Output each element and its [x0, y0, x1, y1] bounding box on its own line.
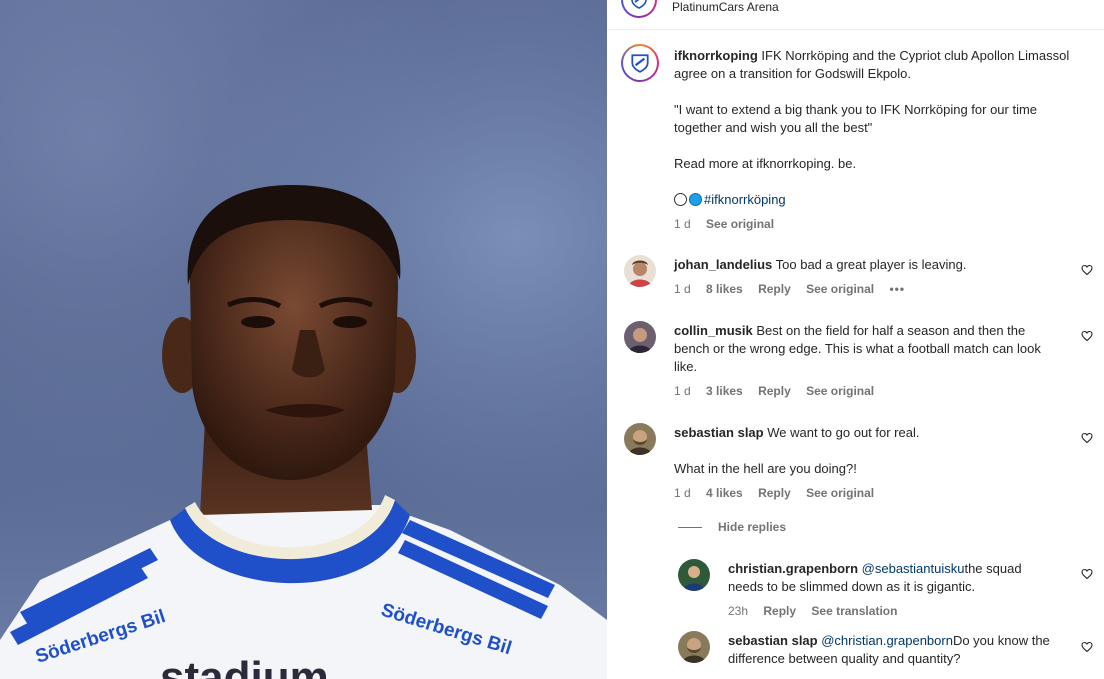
- avatar[interactable]: [678, 631, 710, 663]
- post-location[interactable]: PlatinumCars Arena: [672, 0, 779, 14]
- caption-meta: 1 d See original: [674, 217, 786, 231]
- like-heart-icon[interactable]: [1081, 264, 1093, 276]
- author-username[interactable]: ifknorrkoping: [674, 48, 758, 63]
- caption-time[interactable]: 1 d: [674, 217, 691, 231]
- reply-1-meta: 23h Reply See translation: [728, 604, 909, 618]
- reply-1: christian.grapenborn @sebastiantuiskuthe…: [728, 560, 1058, 596]
- post-photo: Söderbergs Bil Söderbergs Bil stadium: [0, 0, 607, 679]
- more-options-icon[interactable]: •••: [889, 282, 905, 296]
- see-translation-button[interactable]: See translation: [811, 604, 897, 618]
- post-header: PlatinumCars Arena: [607, 0, 1104, 30]
- reply-button[interactable]: Reply: [763, 604, 796, 618]
- player-photo-illustration: Söderbergs Bil Söderbergs Bil stadium: [0, 185, 607, 679]
- comment-3-line2: What in the hell are you doing?!: [674, 461, 857, 476]
- like-heart-icon[interactable]: [1081, 568, 1093, 580]
- user-avatar-icon: [678, 559, 710, 591]
- comment-2-meta: 1 d 3 likes Reply See original: [674, 384, 886, 398]
- user-avatar-icon: [624, 255, 656, 287]
- hide-replies-line: [678, 526, 702, 528]
- reply-username[interactable]: sebastian slap: [728, 633, 818, 648]
- author-avatar[interactable]: [621, 44, 659, 82]
- avatar[interactable]: [624, 321, 656, 353]
- reply-mention[interactable]: @sebastiantuisku: [862, 561, 965, 576]
- avatar[interactable]: [678, 559, 710, 591]
- comment-time[interactable]: 1 d: [674, 384, 691, 398]
- post-caption: ifknorrkoping IFK Norrköping and the Cyp…: [674, 47, 1084, 213]
- reply-button[interactable]: Reply: [758, 486, 791, 500]
- caption-quote: "I want to extend a big thank you to IFK…: [674, 102, 1038, 135]
- reply-button[interactable]: Reply: [758, 384, 791, 398]
- comment-time[interactable]: 1 d: [674, 282, 691, 296]
- comment-likes[interactable]: 8 likes: [706, 282, 743, 296]
- author-avatar-header[interactable]: [621, 0, 657, 18]
- reply-mention[interactable]: @christian.grapenborn: [821, 633, 953, 648]
- white-circle-emoji: [674, 193, 687, 206]
- like-heart-icon[interactable]: [1081, 432, 1093, 444]
- club-crest-icon: [631, 0, 647, 9]
- hide-replies-label: Hide replies: [718, 520, 787, 534]
- comment-likes[interactable]: 4 likes: [706, 486, 743, 500]
- comment-text: We want to go out for real.: [767, 425, 920, 440]
- comment-time[interactable]: 1 d: [674, 486, 691, 500]
- user-avatar-icon: [624, 321, 656, 353]
- comment-1: johan_landelius Too bad a great player i…: [674, 256, 1044, 274]
- comment-3: sebastian slap We want to go out for rea…: [674, 424, 1054, 442]
- comment-likes[interactable]: 3 likes: [706, 384, 743, 398]
- comment-3-meta: 1 d 4 likes Reply See original: [674, 486, 886, 500]
- comment-username[interactable]: sebastian slap: [674, 425, 764, 440]
- see-original-button[interactable]: See original: [806, 486, 874, 500]
- avatar[interactable]: [624, 255, 656, 287]
- reply-username[interactable]: christian.grapenborn: [728, 561, 858, 576]
- like-heart-icon[interactable]: [1081, 641, 1093, 653]
- like-heart-icon[interactable]: [1081, 330, 1093, 342]
- caption-see-original[interactable]: See original: [706, 217, 774, 231]
- hide-replies-button[interactable]: Hide replies: [678, 520, 786, 534]
- club-crest-icon: [631, 54, 649, 73]
- reply-time[interactable]: 23h: [728, 604, 748, 618]
- comment-text: Too bad a great player is leaving.: [775, 257, 967, 272]
- reply-button[interactable]: Reply: [758, 282, 791, 296]
- see-original-button[interactable]: See original: [806, 384, 874, 398]
- blue-circle-emoji: [689, 193, 702, 206]
- comment-1-meta: 1 d 8 likes Reply See original •••: [674, 282, 917, 296]
- see-original-button[interactable]: See original: [806, 282, 874, 296]
- comment-username[interactable]: collin_musik: [674, 323, 753, 338]
- reply-2: sebastian slap @christian.grapenbornDo y…: [728, 632, 1058, 668]
- hashtag-link[interactable]: #ifknorrköping: [704, 192, 786, 207]
- comments-panel: PlatinumCars Arena ifknorrkoping IFK Nor…: [607, 0, 1104, 679]
- caption-readmore: Read more at ifknorrkoping. be.: [674, 156, 857, 171]
- avatar[interactable]: [624, 423, 656, 455]
- comment-username[interactable]: johan_landelius: [674, 257, 772, 272]
- jersey-chest-logo: stadium: [160, 653, 329, 679]
- user-avatar-icon: [678, 631, 710, 663]
- comment-2: collin_musik Best on the field for half …: [674, 322, 1054, 376]
- user-avatar-icon: [624, 423, 656, 455]
